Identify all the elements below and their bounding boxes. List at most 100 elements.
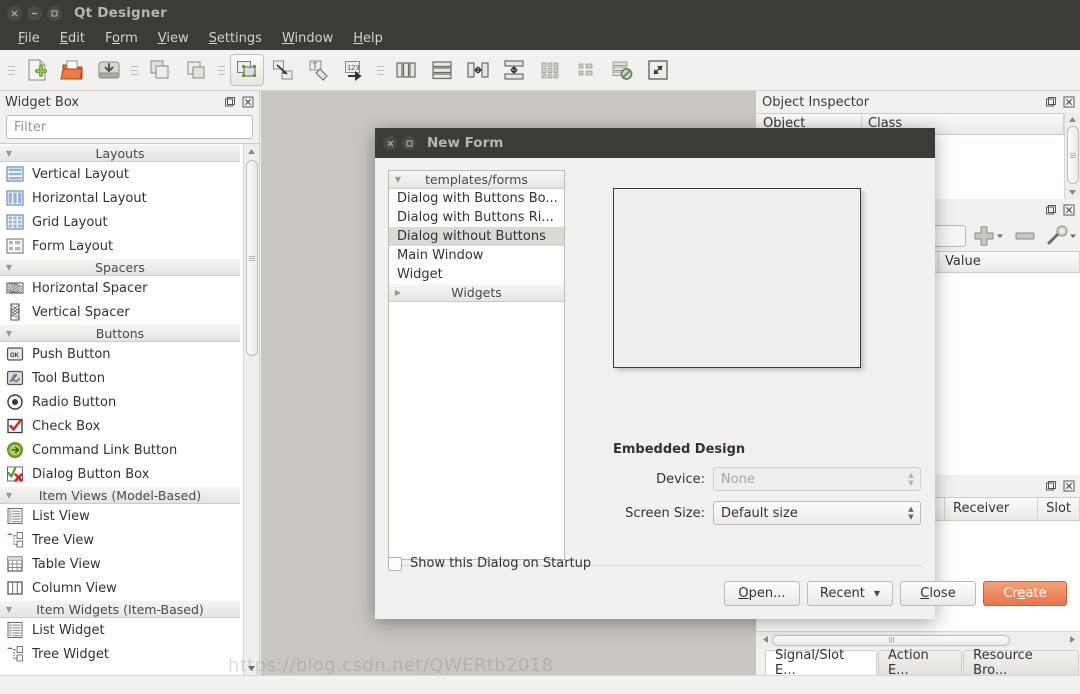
window-minimize-button[interactable] <box>27 5 42 21</box>
widget-item[interactable]: List View <box>0 504 240 528</box>
template-item[interactable]: Widget <box>389 265 564 284</box>
window-maximize-button[interactable] <box>47 5 62 21</box>
widget-filter-input[interactable] <box>6 115 253 139</box>
spinner-arrows[interactable]: ▲ ▼ <box>904 506 918 521</box>
column-value[interactable]: Value <box>939 252 1080 272</box>
layout-splitter-v-icon[interactable] <box>497 54 531 86</box>
widget-item[interactable]: Form Layout <box>0 234 240 258</box>
widget-item[interactable]: Vertical Spacer <box>0 300 240 324</box>
undock-icon[interactable] <box>1044 479 1058 493</box>
template-group-header[interactable]: ▼ templates/forms <box>389 171 564 189</box>
widget-item[interactable]: Horizontal Spacer <box>0 276 240 300</box>
menu-help[interactable]: Help <box>343 29 393 48</box>
widget-box-scrollbar[interactable] <box>243 144 259 675</box>
widget-item[interactable]: OK Push Button <box>0 342 240 366</box>
window-close-button[interactable] <box>7 5 22 21</box>
template-item[interactable]: Dialog with Buttons Ri... <box>389 208 564 227</box>
edit-widgets-icon[interactable] <box>230 54 264 86</box>
open-form-icon[interactable] <box>56 54 90 86</box>
scrollbar-thumb[interactable] <box>246 160 258 356</box>
widget-group-header[interactable]: ▼ Buttons <box>0 324 240 342</box>
tab-1[interactable]: Action E... <box>878 648 963 678</box>
spinner-arrows[interactable]: ▲ ▼ <box>904 472 918 487</box>
scrollbar-thumb[interactable] <box>1067 126 1079 184</box>
scrollbar-thumb[interactable] <box>772 634 1010 646</box>
dialog-close-button[interactable] <box>383 136 397 150</box>
object-inspector-scrollbar[interactable] <box>1064 113 1080 199</box>
column-slot[interactable]: Slot <box>1038 498 1080 520</box>
screen-size-combobox[interactable]: Default size ▲ ▼ <box>713 501 921 525</box>
toolbar-grip[interactable] <box>7 59 16 81</box>
scroll-trough[interactable] <box>772 634 1065 647</box>
layout-vertical-icon[interactable] <box>425 54 459 86</box>
template-item[interactable]: Main Window <box>389 246 564 265</box>
column-receiver[interactable]: Receiver <box>945 498 1039 520</box>
scroll-up-arrow[interactable] <box>244 144 259 158</box>
menu-edit[interactable]: Edit <box>50 29 95 48</box>
close-icon[interactable] <box>1062 479 1076 493</box>
signal-slot-hscrollbar[interactable] <box>757 631 1080 648</box>
template-group-header[interactable]: ▶ Widgets <box>389 284 564 302</box>
redo-icon[interactable] <box>179 54 213 86</box>
open-button[interactable]: Open... <box>723 581 800 606</box>
widget-box-list[interactable]: ▼ Layouts Vertical Layout Horizontal Layout… <box>0 143 259 675</box>
widget-item[interactable]: Table View <box>0 552 240 576</box>
new-form-icon[interactable] <box>20 54 54 86</box>
widget-item[interactable]: List Widget <box>0 618 240 642</box>
scroll-trough[interactable] <box>1065 126 1080 186</box>
recent-button[interactable]: Recent ▼ <box>806 581 893 606</box>
toolbar-grip-4[interactable] <box>376 59 385 81</box>
widget-item[interactable]: Vertical Layout <box>0 162 240 186</box>
close-button[interactable]: Close <box>900 581 976 606</box>
undock-icon[interactable] <box>223 95 237 109</box>
widget-item[interactable]: Horizontal Layout <box>0 186 240 210</box>
template-item[interactable]: Dialog without Buttons <box>389 227 564 246</box>
menu-file[interactable]: FFileile <box>8 29 50 48</box>
create-button[interactable]: Create <box>983 581 1067 606</box>
scroll-up-arrow[interactable] <box>1069 113 1076 126</box>
widget-item[interactable]: Grid Layout <box>0 210 240 234</box>
undock-icon[interactable] <box>1044 95 1058 109</box>
device-combobox[interactable]: None ▲ ▼ <box>713 467 921 491</box>
add-icon[interactable] <box>970 225 1007 247</box>
widget-item[interactable]: Check Box <box>0 414 240 438</box>
save-form-icon[interactable] <box>92 54 126 86</box>
close-icon[interactable] <box>1062 95 1076 109</box>
widget-item[interactable]: Radio Button <box>0 390 240 414</box>
scroll-left-arrow[interactable] <box>758 635 772 645</box>
template-list[interactable]: ▼ templates/forms Dialog with Buttons Bo..… <box>388 170 565 560</box>
break-layout-icon[interactable] <box>605 54 639 86</box>
undock-icon[interactable] <box>1044 203 1058 217</box>
menu-settings[interactable]: Settings <box>199 29 272 48</box>
close-icon[interactable] <box>241 95 255 109</box>
edit-buddies-icon[interactable]: T <box>302 54 336 86</box>
widget-item[interactable]: Tree View <box>0 528 240 552</box>
menu-window[interactable]: Window <box>272 29 343 48</box>
layout-grid-icon[interactable] <box>533 54 567 86</box>
dialog-maximize-button[interactable] <box>402 136 416 150</box>
show-on-startup-checkbox[interactable] <box>388 556 402 571</box>
toolbar-grip-3[interactable] <box>217 59 226 81</box>
toolbar-grip-2[interactable] <box>130 59 139 81</box>
layout-form-icon[interactable] <box>569 54 603 86</box>
edit-signals-slots-icon[interactable] <box>266 54 300 86</box>
widget-item[interactable]: Tool Button <box>0 366 240 390</box>
menu-view[interactable]: View <box>148 29 199 48</box>
undo-icon[interactable] <box>143 54 177 86</box>
layout-splitter-h-icon[interactable] <box>461 54 495 86</box>
template-item[interactable]: Dialog with Buttons Bo... <box>389 189 564 208</box>
widget-item[interactable]: Command Link Button <box>0 438 240 462</box>
tab-2[interactable]: Resource Bro... <box>963 648 1079 678</box>
widget-item[interactable]: Column View <box>0 576 240 600</box>
widget-item[interactable]: Dialog Button Box <box>0 462 240 486</box>
widget-group-header[interactable]: ▼ Spacers <box>0 258 240 276</box>
widget-group-header[interactable]: ▼ Layouts <box>0 144 240 162</box>
show-on-startup-row[interactable]: Show this Dialog on Startup <box>388 556 591 571</box>
widget-group-header[interactable]: ▼ Item Widgets (Item-Based) <box>0 600 240 618</box>
remove-icon[interactable] <box>1011 230 1039 242</box>
tab-0[interactable]: Signal/Slot E... <box>765 648 878 678</box>
scroll-right-arrow[interactable] <box>1065 635 1079 645</box>
edit-tab-order-icon[interactable]: 123 <box>338 54 372 86</box>
widget-item[interactable]: Tree Widget <box>0 642 240 666</box>
configure-icon[interactable] <box>1043 225 1080 247</box>
